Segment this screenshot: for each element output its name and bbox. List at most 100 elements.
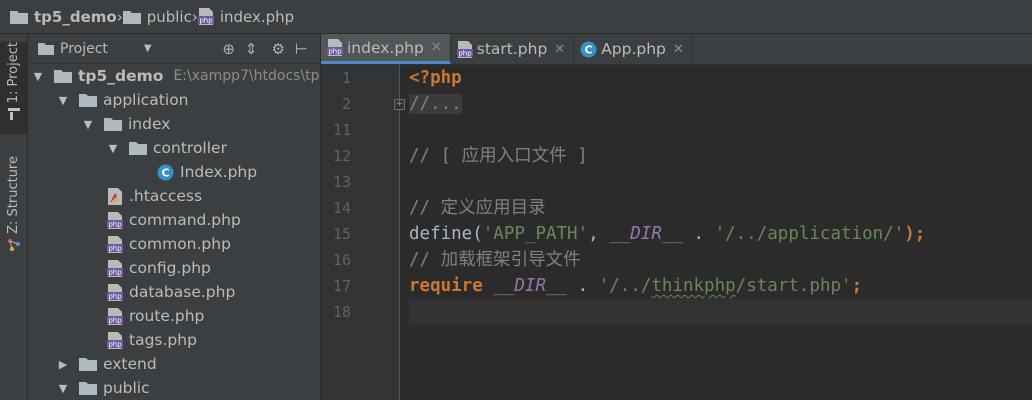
collapse-all-icon[interactable]: ⇕ — [245, 40, 258, 58]
expand-arrow-icon[interactable]: ▼ — [32, 70, 44, 83]
tree-item-file[interactable]: php config.php — [107, 256, 211, 280]
tree-item-label: index — [128, 115, 171, 133]
editor-tab-bar: php index.php ✕ php start.php ✕ C App.ph… — [321, 34, 1032, 65]
code-editor: php index.php ✕ php start.php ✕ C App.ph… — [321, 34, 1032, 400]
tree-item-file[interactable]: php command.php — [107, 208, 241, 232]
tree-item-file[interactable]: php common.php — [107, 232, 231, 256]
project-panel-toolbar: ⊕ ⇕ ⚙ ⊢ — [222, 40, 320, 58]
expand-arrow-icon[interactable]: ▼ — [107, 142, 119, 155]
tree-item-label: common.php — [129, 235, 231, 253]
tool-window-project-button[interactable]: 1: Project — [0, 42, 27, 134]
tree-item-label: Index.php — [180, 163, 258, 181]
line-number-gutter: 1 2 11 12 13 14 15 16 17 18 + — [321, 65, 405, 400]
tab-label: index.php — [347, 38, 424, 57]
operator: . — [682, 224, 715, 244]
line-number: 14 — [332, 199, 351, 217]
tree-item-label: command.php — [129, 211, 241, 229]
tree-item-file[interactable]: php tags.php — [107, 328, 197, 352]
breadcrumb-label: public — [146, 7, 192, 26]
project-icon — [7, 108, 20, 121]
tree-item-folder[interactable]: ▼ application — [57, 88, 189, 112]
collapse-arrow-icon[interactable]: ▶ — [57, 358, 69, 371]
punctuation: ; — [851, 276, 863, 296]
tool-window-label: Z: Structure — [6, 156, 21, 234]
tool-window-strip: 1: Project Z: Structure — [0, 34, 28, 400]
tree-item-label: tp5_demo — [78, 67, 164, 85]
svg-text:C: C — [161, 166, 169, 179]
code-line: <?php — [409, 65, 1032, 91]
line-number: 13 — [332, 173, 351, 191]
magic-constant: __DIR__ — [609, 224, 683, 244]
close-icon[interactable]: ✕ — [673, 42, 684, 57]
locate-icon[interactable]: ⊕ — [222, 40, 235, 58]
tree-item-file[interactable]: php route.php — [107, 304, 204, 328]
tool-window-structure-button[interactable]: Z: Structure — [0, 156, 27, 286]
chevron-down-icon[interactable]: ▼ — [144, 43, 152, 54]
svg-text:php: php — [328, 48, 342, 56]
tab-index-php[interactable]: php index.php ✕ — [321, 34, 451, 64]
php-file-icon: php — [107, 259, 123, 277]
folder-icon — [79, 94, 97, 107]
php-file-icon: php — [107, 331, 123, 349]
tree-item-root[interactable]: ▼ tp5_demo E:\xampp7\htdocs\tp — [32, 64, 320, 88]
keyword: require — [409, 276, 483, 296]
code-line: // 定义应用目录 — [409, 195, 1032, 221]
line-number: 16 — [332, 251, 351, 269]
tree-item-label: route.php — [129, 307, 205, 325]
svg-text:php: php — [199, 17, 213, 25]
tab-start-php[interactable]: php start.php ✕ — [451, 34, 575, 64]
line-number: 2 — [341, 95, 351, 113]
line-number: 1 — [341, 69, 351, 87]
tree-item-folder[interactable]: ▼ index — [82, 112, 171, 136]
php-file-icon: php — [107, 307, 123, 325]
string-literal: '/../application/' — [714, 224, 905, 244]
line-number: 18 — [332, 303, 351, 321]
project-panel-header: Project ▼ ⊕ ⇕ ⚙ ⊢ — [28, 34, 320, 64]
project-view-selector[interactable]: Project — [60, 41, 108, 57]
string-literal: /start.php' — [735, 276, 852, 296]
project-panel: Project ▼ ⊕ ⇕ ⚙ ⊢ ▼ tp5_demo E:\xampp7\h… — [28, 34, 321, 400]
comment: // [ 应用入口文件 ] — [409, 146, 588, 166]
tree-item-folder[interactable]: ▶ extend — [57, 352, 157, 376]
expand-arrow-icon[interactable]: ▼ — [57, 382, 69, 395]
folder-icon — [10, 10, 28, 24]
breadcrumb-project[interactable]: tp5_demo — [10, 8, 117, 26]
tab-label: start.php — [476, 40, 548, 58]
folded-comment[interactable]: //... — [409, 94, 462, 114]
expand-arrow-icon[interactable]: ▼ — [82, 118, 94, 131]
svg-text:php: php — [108, 340, 122, 348]
gear-icon[interactable]: ⚙ — [271, 40, 284, 58]
string-literal: '/../ — [598, 276, 652, 296]
tree-item-file[interactable]: .htaccess — [107, 184, 202, 208]
hide-panel-icon[interactable]: ⊢ — [295, 40, 308, 58]
string-literal-spellcheck: thinkphp — [651, 276, 736, 296]
code-area[interactable]: <?php //... // [ 应用入口文件 ] // 定义应用目录 defi… — [409, 65, 1032, 400]
tree-item-folder[interactable]: ▼ controller — [107, 136, 227, 160]
tree-item-label: public — [103, 379, 150, 397]
folder-icon — [54, 70, 72, 83]
expand-arrow-icon[interactable]: ▼ — [57, 94, 69, 107]
close-icon[interactable]: ✕ — [431, 40, 442, 55]
project-path: E:\xampp7\htdocs\tp — [173, 68, 320, 84]
tree-item-file[interactable]: php database.php — [107, 280, 235, 304]
breadcrumb-label: tp5_demo — [34, 7, 117, 26]
operator: . — [567, 276, 599, 296]
close-icon[interactable]: ✕ — [554, 42, 565, 57]
breadcrumb-label: index.php — [219, 7, 295, 26]
php-file-icon: php — [107, 283, 123, 301]
php-file-icon: php — [107, 235, 123, 253]
php-file-icon: php — [456, 40, 473, 58]
function-name: define( — [409, 224, 483, 244]
php-file-icon: php — [107, 211, 123, 229]
fold-expand-icon[interactable]: + — [394, 99, 405, 110]
folder-icon — [79, 358, 97, 371]
line-number: 12 — [332, 147, 351, 165]
breadcrumb-folder[interactable]: public — [122, 7, 192, 26]
class-icon: C — [157, 164, 174, 180]
tab-label: App.php — [601, 40, 666, 58]
tree-item-folder[interactable]: ▼ public — [57, 376, 150, 400]
tab-app-php[interactable]: C App.php ✕ — [574, 34, 693, 64]
tree-item-file[interactable]: C Index.php — [157, 160, 257, 184]
breadcrumb-file[interactable]: php index.php — [197, 7, 295, 26]
